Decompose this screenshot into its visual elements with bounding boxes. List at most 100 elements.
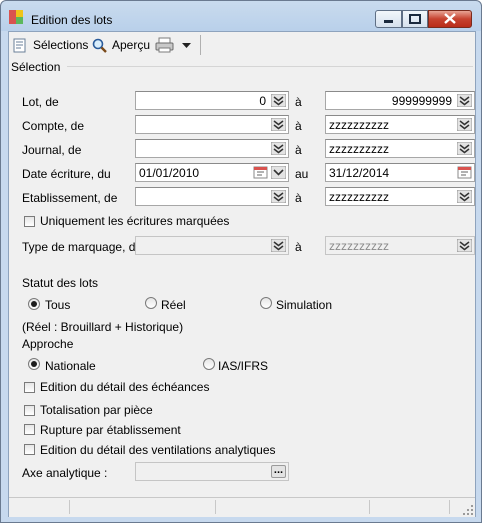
statut-reel-label: Réel bbox=[161, 298, 186, 312]
lot-to-label: à bbox=[295, 95, 302, 109]
detail-echeances-checkbox[interactable] bbox=[24, 382, 35, 393]
compte-from-field[interactable] bbox=[135, 115, 289, 134]
journal-to-field[interactable]: zzzzzzzzzz bbox=[325, 139, 475, 158]
date-from-dropdown[interactable] bbox=[271, 166, 286, 179]
date-to-calendar-button[interactable] bbox=[457, 166, 472, 179]
statut-simulation-radio[interactable] bbox=[260, 297, 272, 309]
type-marquage-to-field[interactable]: zzzzzzzzzz bbox=[325, 236, 475, 255]
printer-icon bbox=[155, 37, 174, 53]
maximize-button[interactable] bbox=[402, 10, 428, 28]
double-chevron-down-icon bbox=[457, 94, 472, 107]
totalisation-piece-checkbox[interactable] bbox=[24, 405, 35, 416]
selection-panel: Sélection Lot, de 0 à 999999999 Compte, … bbox=[9, 57, 475, 497]
compte-to-label: à bbox=[295, 119, 302, 133]
compte-label: Compte, de bbox=[22, 119, 85, 133]
double-chevron-down-icon bbox=[457, 118, 472, 131]
chevron-down-icon bbox=[182, 43, 191, 48]
compte-to-value: zzzzzzzzzz bbox=[329, 118, 389, 132]
type-marquage-from-dropdown[interactable] bbox=[271, 239, 286, 252]
resize-grip-icon[interactable] bbox=[463, 505, 473, 515]
date-to-value: 31/12/2014 bbox=[329, 166, 390, 180]
statut-label: Statut des lots bbox=[22, 276, 99, 290]
date-from-field[interactable]: 01/01/2010 bbox=[135, 163, 289, 182]
double-chevron-down-icon bbox=[271, 94, 286, 107]
axe-analytique-field[interactable]: ... bbox=[135, 462, 289, 481]
date-to-label: au bbox=[295, 167, 309, 181]
date-from-calendar-button[interactable] bbox=[253, 166, 268, 179]
detail-ventilations-label: Edition du détail des ventilations analy… bbox=[40, 443, 276, 457]
etablissement-to-field[interactable]: zzzzzzzzzz bbox=[325, 187, 475, 206]
detail-ventilations-checkbox[interactable] bbox=[24, 444, 35, 455]
approche-label: Approche bbox=[22, 337, 74, 351]
etablissement-from-dropdown[interactable] bbox=[271, 190, 286, 203]
close-button[interactable] bbox=[428, 10, 472, 28]
date-label: Date écriture, du bbox=[22, 167, 111, 181]
window-title: Edition des lots bbox=[31, 13, 113, 27]
statut-note: (Réel : Brouillard + Historique) bbox=[22, 320, 184, 334]
app-window: Edition des lots Sélections Aperçu Sélec… bbox=[0, 0, 482, 523]
lot-from-field[interactable]: 0 bbox=[135, 91, 289, 110]
approche-nationale-radio[interactable] bbox=[28, 358, 40, 370]
document-icon bbox=[13, 38, 26, 53]
minimize-button[interactable] bbox=[375, 10, 402, 28]
etablissement-to-value: zzzzzzzzzz bbox=[329, 190, 389, 204]
statut-reel-radio[interactable] bbox=[145, 297, 157, 309]
journal-to-label: à bbox=[295, 143, 302, 157]
status-cell-1 bbox=[9, 500, 70, 514]
lot-to-field[interactable]: 999999999 bbox=[325, 91, 475, 110]
uniquement-marquees-checkbox[interactable] bbox=[24, 216, 35, 227]
section-divider bbox=[67, 66, 473, 67]
calendar-icon bbox=[253, 166, 268, 179]
lot-to-dropdown[interactable] bbox=[457, 94, 472, 107]
journal-label: Journal, de bbox=[22, 143, 82, 157]
calendar-icon bbox=[457, 166, 472, 179]
statut-tous-radio[interactable] bbox=[28, 298, 40, 310]
double-chevron-down-icon bbox=[457, 190, 472, 203]
type-marquage-to-label: à bbox=[295, 240, 302, 254]
detail-echeances-label: Edition du détail des échéances bbox=[40, 380, 210, 394]
approche-ias-label: IAS/IFRS bbox=[218, 359, 269, 373]
statut-simulation-label: Simulation bbox=[276, 298, 333, 312]
selections-label: Sélections bbox=[33, 38, 89, 52]
double-chevron-down-icon bbox=[271, 190, 286, 203]
etablissement-label: Etablissement, de bbox=[22, 191, 118, 205]
uniquement-marquees-label: Uniquement les écritures marquées bbox=[40, 214, 230, 228]
print-button[interactable] bbox=[155, 36, 193, 54]
approche-ias-radio[interactable] bbox=[203, 358, 215, 370]
section-selection-label: Sélection bbox=[11, 60, 61, 74]
rupture-etablissement-label: Rupture par établissement bbox=[40, 423, 181, 437]
etablissement-from-field[interactable] bbox=[135, 187, 289, 206]
compte-from-dropdown[interactable] bbox=[271, 118, 286, 131]
type-marquage-from-field[interactable] bbox=[135, 236, 289, 255]
type-marquage-to-dropdown[interactable] bbox=[457, 239, 472, 252]
date-to-field[interactable]: 31/12/2014 bbox=[325, 163, 475, 182]
journal-from-dropdown[interactable] bbox=[271, 142, 286, 155]
compte-to-field[interactable]: zzzzzzzzzz bbox=[325, 115, 475, 134]
lot-label: Lot, de bbox=[22, 95, 59, 109]
type-marquage-to-value: zzzzzzzzzz bbox=[329, 239, 389, 253]
etablissement-to-dropdown[interactable] bbox=[457, 190, 472, 203]
journal-to-dropdown[interactable] bbox=[457, 142, 472, 155]
axe-analytique-label: Axe analytique : bbox=[22, 466, 108, 480]
magnifier-icon bbox=[92, 38, 107, 53]
date-from-value: 01/01/2010 bbox=[139, 166, 200, 180]
apercu-label: Aperçu bbox=[112, 38, 151, 52]
toolbar: Sélections Aperçu bbox=[9, 32, 475, 57]
statut-tous-label: Tous bbox=[45, 298, 71, 312]
status-cell-3 bbox=[215, 500, 370, 514]
journal-to-value: zzzzzzzzzz bbox=[329, 142, 389, 156]
double-chevron-down-icon bbox=[457, 142, 472, 155]
totalisation-piece-label: Totalisation par pièce bbox=[40, 403, 153, 417]
axe-analytique-browse-button[interactable]: ... bbox=[271, 465, 286, 478]
title-bar[interactable]: Edition des lots bbox=[1, 1, 481, 31]
ellipsis-icon: ... bbox=[273, 464, 284, 476]
compte-to-dropdown[interactable] bbox=[457, 118, 472, 131]
journal-from-field[interactable] bbox=[135, 139, 289, 158]
maximize-icon bbox=[403, 11, 427, 27]
rupture-etablissement-checkbox[interactable] bbox=[24, 424, 35, 435]
etablissement-to-label: à bbox=[295, 191, 302, 205]
double-chevron-down-icon bbox=[271, 239, 286, 252]
dialog-client: Sélections Aperçu Sélection Lot, de 0 à bbox=[8, 31, 476, 517]
lot-from-dropdown[interactable] bbox=[271, 94, 286, 107]
status-cell-2 bbox=[69, 500, 216, 514]
